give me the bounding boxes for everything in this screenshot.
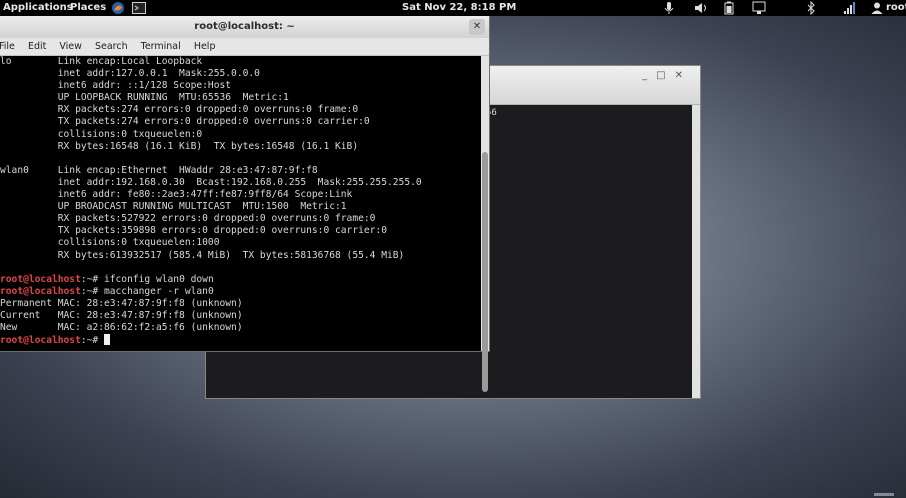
output-text: RX bytes:16548 (16.1 KiB) TX bytes:16548…: [0, 140, 359, 152]
output-text: collisions:0 txqueuelen:0: [0, 128, 203, 140]
terminal-line: inet6 addr: fe80::2ae3:47ff:fe87:9ff8/64…: [0, 189, 481, 201]
close-icon[interactable]: ✕: [675, 70, 692, 81]
output-text: inet6 addr: fe80::2ae3:47ff:fe87:9ff8/64…: [0, 189, 353, 201]
terminal-line: inet addr:192.168.0.30 Bcast:192.168.0.2…: [0, 177, 481, 189]
menu-view[interactable]: View: [59, 41, 82, 52]
terminal-line: collisions:0 txqueuelen:1000: [0, 237, 481, 249]
signal-icon[interactable]: [843, 1, 857, 15]
bluetooth-icon[interactable]: [804, 0, 818, 16]
terminal-line: root@localhost:~#: [0, 334, 481, 346]
shell-prompt: root@localhost: [0, 335, 81, 347]
output-text: Current MAC: 28:e3:47:87:9f:f8 (unknown): [0, 309, 243, 321]
terminal-line: RX bytes:16548 (16.1 KiB) TX bytes:16548…: [0, 141, 481, 153]
output-text: UP BROADCAST RUNNING MULTICAST MTU:1500 …: [0, 201, 347, 213]
menu-help[interactable]: Help: [194, 41, 216, 52]
output-text: UP LOOPBACK RUNNING MTU:65536 Metric:1: [0, 92, 289, 104]
terminal-launcher-icon[interactable]: [132, 1, 146, 15]
scrollbar-background-terminal[interactable]: [692, 105, 700, 398]
terminal-line: RX packets:274 errors:0 dropped:0 overru…: [0, 104, 481, 116]
terminal-line: TX packets:274 errors:0 dropped:0 overru…: [0, 116, 481, 128]
terminal-line: Current MAC: 28:e3:47:87:9f:f8 (unknown): [0, 310, 481, 322]
window-controls[interactable]: _□✕: [642, 70, 692, 81]
shell-prompt: root@localhost: [0, 273, 81, 285]
terminal-output[interactable]: lo Link encap:Local Loopback inet addr:1…: [0, 56, 481, 351]
shell-command: :~#: [80, 335, 104, 347]
output-text: TX packets:274 errors:0 dropped:0 overru…: [0, 116, 370, 128]
terminal-line: TX packets:359898 errors:0 dropped:0 ove…: [0, 225, 481, 237]
menu-file[interactable]: File: [0, 41, 15, 52]
microphone-icon[interactable]: [662, 1, 676, 15]
terminal-line: New MAC: a2:86:62:f2:a5:f6 (unknown): [0, 322, 481, 334]
terminal-menubar: File Edit View Search Terminal Help: [0, 38, 489, 56]
terminal-titlebar[interactable]: root@localhost: ~: [0, 16, 489, 38]
terminal-line: inet addr:127.0.0.1 Mask:255.0.0.0: [0, 68, 481, 80]
terminal-line: Permanent MAC: 28:e3:47:87:9f:f8 (unknow…: [0, 298, 481, 310]
terminal-scrollbar[interactable]: [481, 56, 489, 392]
menu-edit[interactable]: Edit: [28, 41, 46, 52]
shell-prompt: root@localhost: [0, 285, 81, 297]
terminal-line: inet6 addr: ::1/128 Scope:Host: [0, 80, 481, 92]
output-text: inet addr:192.168.0.30 Bcast:192.168.0.2…: [0, 176, 422, 188]
output-text: collisions:0 txqueuelen:1000: [0, 237, 220, 249]
terminal-line: UP LOOPBACK RUNNING MTU:65536 Metric:1: [0, 92, 481, 104]
shell-command: :~# macchanger -r wlan0: [80, 285, 214, 297]
output-text: inet addr:127.0.0.1 Mask:255.0.0.0: [0, 68, 260, 80]
terminal-line: wlan0 Link encap:Ethernet HWaddr 28:e3:4…: [0, 165, 481, 177]
battery-icon[interactable]: [722, 1, 736, 15]
menu-terminal[interactable]: Terminal: [141, 41, 181, 52]
network-icon[interactable]: [752, 1, 766, 15]
top-panel: Applications Places Sat Nov 22, 8:18 PM …: [0, 0, 906, 16]
terminal-line: UP BROADCAST RUNNING MULTICAST MTU:1500 …: [0, 201, 481, 213]
output-text: Permanent MAC: 28:e3:47:87:9f:f8 (unknow…: [0, 297, 243, 309]
workspace-indicator[interactable]: [874, 493, 894, 496]
output-text: RX packets:274 errors:0 dropped:0 overru…: [0, 104, 359, 116]
output-text: wlan0 Link encap:Ethernet HWaddr 28:e3:4…: [0, 164, 318, 176]
shell-command: :~# ifconfig wlan0 down: [80, 273, 214, 285]
close-button[interactable]: ✕: [469, 19, 485, 35]
terminal-line: root@localhost:~# ifconfig wlan0 down: [0, 274, 481, 286]
output-text: RX packets:527922 errors:0 dropped:0 ove…: [0, 213, 376, 225]
terminal-window[interactable]: root@localhost: ~ ✕ File Edit View Searc…: [0, 16, 490, 392]
menu-search[interactable]: Search: [95, 41, 128, 52]
output-text: TX packets:359898 errors:0 dropped:0 ove…: [0, 225, 387, 237]
volume-icon[interactable]: [694, 1, 708, 15]
output-text: lo Link encap:Local Loopback: [0, 56, 203, 67]
output-text: RX bytes:613932517 (585.4 MiB) TX bytes:…: [0, 249, 405, 261]
places-menu[interactable]: Places: [70, 1, 106, 15]
minimize-icon[interactable]: _: [642, 70, 656, 81]
iceweasel-icon[interactable]: [111, 1, 125, 15]
terminal-line: root@localhost:~# macchanger -r wlan0: [0, 286, 481, 298]
terminal-line: RX packets:527922 errors:0 dropped:0 ove…: [0, 213, 481, 225]
output-text: inet6 addr: ::1/128 Scope:Host: [0, 80, 232, 92]
clock[interactable]: Sat Nov 22, 8:18 PM: [402, 1, 516, 15]
output-text: New MAC: a2:86:62:f2:a5:f6 (unknown): [0, 322, 243, 334]
window-title: root@localhost: ~: [194, 21, 295, 32]
terminal-line: collisions:0 txqueuelen:0: [0, 129, 481, 141]
user-name[interactable]: root: [886, 1, 906, 15]
terminal-line: lo Link encap:Local Loopback: [0, 56, 481, 68]
terminal-line: RX bytes:613932517 (585.4 MiB) TX bytes:…: [0, 250, 481, 262]
scrollbar-thumb[interactable]: [482, 152, 488, 392]
maximize-icon[interactable]: □: [656, 70, 674, 81]
applications-menu[interactable]: Applications: [3, 1, 73, 15]
user-icon[interactable]: [870, 1, 884, 15]
text-cursor: [103, 334, 110, 346]
close-icon: ✕: [472, 21, 482, 32]
